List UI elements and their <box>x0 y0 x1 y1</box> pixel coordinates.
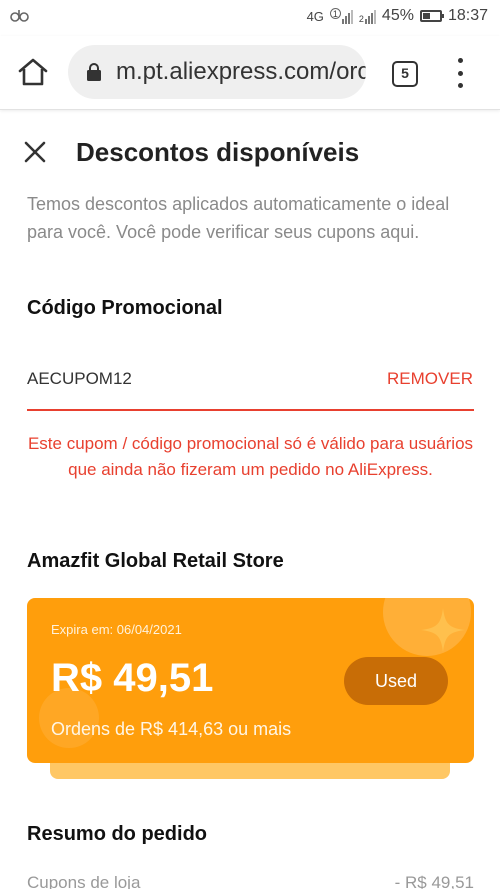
order-summary-title: Resumo do pedido <box>27 823 207 845</box>
summary-row-label: Cupons de loja <box>27 873 141 889</box>
browser-toolbar: m.pt.aliexpress.com/orc 5 <box>0 36 500 110</box>
coupon-minimum-order: Ordens de R$ 414,63 ou mais <box>51 719 292 739</box>
notification-icon <box>10 8 30 25</box>
summary-row-value: - R$ 49,51 <box>394 873 474 889</box>
url-text: m.pt.aliexpress.com/orc <box>116 58 366 85</box>
menu-dot <box>457 83 463 88</box>
store-name: Amazfit Global Retail Store <box>27 550 284 572</box>
home-button[interactable] <box>17 57 49 87</box>
home-icon <box>18 58 48 86</box>
menu-dot <box>457 70 463 76</box>
promo-code-value[interactable]: AECUPOM12 <box>27 369 132 389</box>
coupon-expiry: Expira em: 06/04/2021 <box>51 622 182 637</box>
address-bar[interactable]: m.pt.aliexpress.com/orc <box>68 45 366 99</box>
sim2-label: 2 <box>358 14 364 24</box>
summary-row: Cupons de loja - R$ 49,51 <box>27 873 474 889</box>
tab-switcher-button[interactable]: 5 <box>392 61 418 87</box>
battery-percentage: 45% <box>381 7 414 24</box>
promo-code-underline <box>27 409 474 411</box>
clock: 18:37 <box>447 7 488 24</box>
page-title: Descontos disponíveis <box>76 137 360 167</box>
menu-dot <box>457 58 463 63</box>
battery-icon <box>419 10 444 22</box>
promo-error-message: Este cupom / código promocional só é vál… <box>27 434 474 479</box>
close-icon <box>24 141 46 163</box>
promo-code-section-title: Código Promocional <box>27 297 223 319</box>
sim2-signal-icon: 2 <box>359 8 376 24</box>
page-description: Temos descontos aplicados automaticament… <box>27 194 450 242</box>
sim1-label: 1 <box>329 8 341 19</box>
remove-button[interactable]: REMOVER <box>387 369 473 389</box>
store-coupon-card[interactable]: Expira em: 06/04/2021 R$ 49,51 Ordens de… <box>27 598 474 763</box>
close-button[interactable] <box>24 141 46 163</box>
coupon-amount: R$ 49,51 <box>51 656 214 700</box>
more-menu-button[interactable] <box>454 58 466 88</box>
sim1-signal-icon: 1 <box>329 8 353 24</box>
lock-icon <box>87 63 101 81</box>
network-type: 4G <box>306 8 324 24</box>
status-bar: 4G 1 2 45% 18:37 <box>0 0 500 36</box>
sparkle-icon <box>421 608 465 652</box>
status-indicators: 4G 1 2 45% 18:37 <box>307 7 488 25</box>
coupon-status-button[interactable]: Used <box>344 657 448 705</box>
